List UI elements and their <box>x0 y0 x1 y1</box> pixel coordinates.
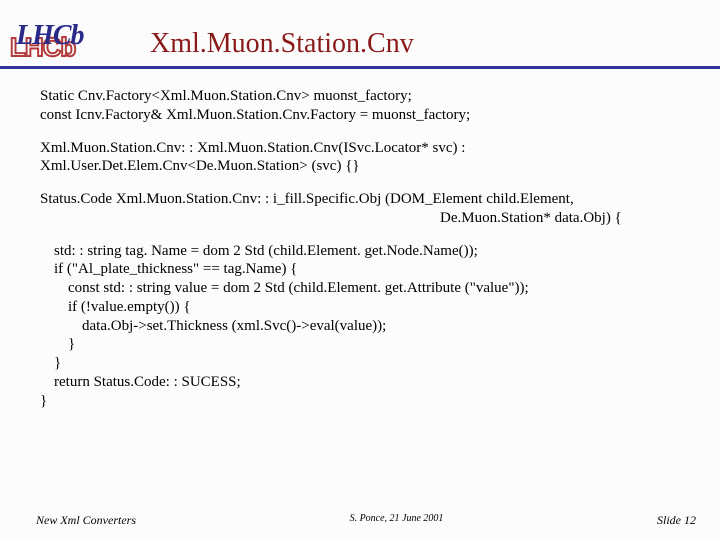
code-line: } <box>40 392 690 411</box>
footer-center: S. Ponce, 21 June 2001 <box>350 513 444 528</box>
code-line: Xml.User.Det.Elem.Cnv<De.Muon.Station> (… <box>40 157 690 176</box>
slide-header: LHCb LHCb Xml.Muon.Station.Cnv <box>0 0 720 69</box>
code-line: if ("Al_plate_thickness" == tag.Name) { <box>40 260 690 279</box>
code-line: const std: : string value = dom 2 Std (c… <box>40 279 690 298</box>
code-line: return Status.Code: : SUCESS; <box>40 373 690 392</box>
footer-right: Slide 12 <box>657 513 696 528</box>
code-block-1: Static Cnv.Factory<Xml.Muon.Station.Cnv>… <box>40 87 690 125</box>
slide-title: Xml.Muon.Station.Cnv <box>150 22 414 60</box>
code-line: Static Cnv.Factory<Xml.Muon.Station.Cnv>… <box>40 87 690 106</box>
slide-footer: New Xml Converters S. Ponce, 21 June 200… <box>0 513 720 528</box>
code-line: Status.Code Xml.Muon.Station.Cnv: : i_fi… <box>40 190 690 209</box>
lhcb-logo: LHCb LHCb <box>10 16 100 66</box>
code-block-3: Status.Code Xml.Muon.Station.Cnv: : i_fi… <box>40 190 690 228</box>
code-block-4: std: : string tag. Name = dom 2 Std (chi… <box>40 242 690 411</box>
code-line: Xml.Muon.Station.Cnv: : Xml.Muon.Station… <box>40 139 690 158</box>
logo-front-text: LHCb <box>16 20 84 52</box>
code-line: if (!value.empty()) { <box>40 298 690 317</box>
footer-left: New Xml Converters <box>36 513 136 528</box>
code-line: data.Obj->set.Thickness (xml.Svc()->eval… <box>40 317 690 336</box>
code-line: De.Muon.Station* data.Obj) { <box>40 209 690 228</box>
code-line: std: : string tag. Name = dom 2 Std (chi… <box>40 242 690 261</box>
code-line: } <box>40 335 690 354</box>
slide-body: Static Cnv.Factory<Xml.Muon.Station.Cnv>… <box>0 69 720 410</box>
code-line: } <box>40 354 690 373</box>
code-line: const Icnv.Factory& Xml.Muon.Station.Cnv… <box>40 106 690 125</box>
code-block-2: Xml.Muon.Station.Cnv: : Xml.Muon.Station… <box>40 139 690 177</box>
